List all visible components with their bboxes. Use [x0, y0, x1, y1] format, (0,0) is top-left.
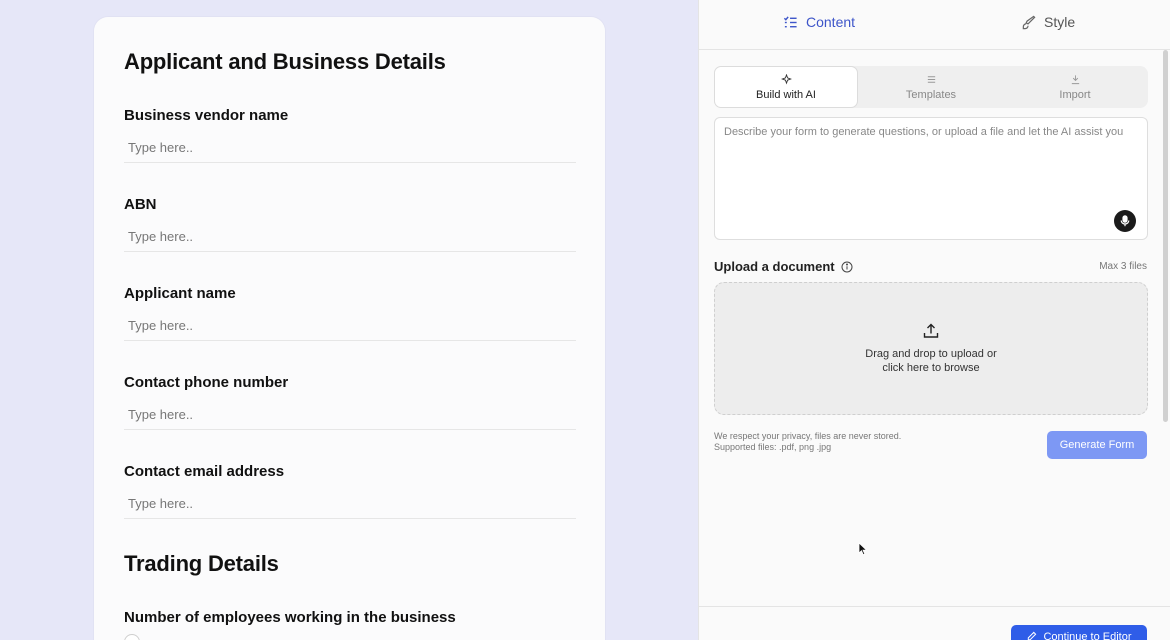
contact-phone-input[interactable]	[124, 400, 576, 430]
question-label-business-vendor: Business vendor name	[124, 107, 289, 124]
continue-to-editor-button[interactable]: Continue to Editor	[1011, 625, 1147, 640]
download-icon	[1071, 74, 1079, 84]
panel-tab-bar: Content Style	[699, 0, 1170, 50]
contact-email-input[interactable]	[124, 489, 576, 519]
list-check-icon	[783, 15, 797, 27]
max-files-note: Max 3 files	[1099, 261, 1147, 272]
privacy-note-line-1: We respect your privacy, files are never…	[714, 431, 902, 441]
tab-build-with-ai-label: Build with AI	[756, 88, 816, 101]
tab-content-label: Content	[806, 14, 856, 30]
upload-document-text: Upload a document	[714, 259, 835, 274]
upload-document-label: Upload a document	[714, 259, 853, 274]
tab-style-label: Style	[1044, 14, 1076, 30]
question-label-applicant-name: Applicant name	[124, 285, 236, 302]
tab-templates-label: Templates	[905, 88, 957, 101]
supported-files-note: Supported files: .pdf, png .jpg	[714, 442, 832, 453]
question-label-abn: ABN	[124, 196, 157, 213]
sparkle-icon	[780, 73, 792, 85]
info-icon[interactable]	[841, 261, 853, 273]
continue-to-editor-label: Continue to Editor	[1043, 631, 1132, 640]
section-title-applicant: Applicant and Business Details	[124, 49, 446, 74]
dropzone-line-1: Drag and drop to upload or	[865, 347, 997, 360]
dropzone-line-2: click here to browse	[882, 361, 980, 374]
tab-templates[interactable]: Templates	[859, 66, 1003, 108]
menu-icon	[927, 75, 935, 83]
tab-content[interactable]: Content	[783, 14, 855, 30]
microphone-icon	[1120, 215, 1130, 227]
privacy-note: We respect your privacy, files are never…	[714, 431, 901, 454]
panel-footer: Continue to Editor	[699, 606, 1170, 640]
tab-import[interactable]: Import	[1003, 66, 1147, 108]
tab-import-label: Import	[1059, 88, 1091, 101]
generate-form-button[interactable]: Generate Form	[1047, 431, 1147, 459]
applicant-name-input[interactable]	[124, 311, 576, 341]
abn-input[interactable]	[124, 222, 576, 252]
panel-scrollbar[interactable]	[1163, 50, 1168, 422]
business-vendor-name-input[interactable]	[124, 133, 576, 163]
question-label-contact-phone: Contact phone number	[124, 374, 289, 391]
ai-prompt-input[interactable]	[714, 117, 1148, 240]
mouse-cursor-icon	[858, 542, 868, 556]
brush-icon	[1022, 15, 1036, 29]
tab-style[interactable]: Style	[1021, 14, 1075, 30]
microphone-button[interactable]	[1114, 210, 1136, 232]
upload-icon	[923, 323, 939, 338]
tab-build-with-ai[interactable]: Build with AI	[714, 66, 858, 108]
question-label-contact-email: Contact email address	[124, 463, 285, 480]
source-segmented-control: Build with AI Templates Import	[714, 66, 1148, 108]
file-dropzone[interactable]: Drag and drop to upload or click here to…	[714, 282, 1148, 415]
question-label-employees: Number of employees working in the busin…	[124, 609, 456, 626]
form-preview-card: Applicant and Business Details Business …	[94, 17, 605, 640]
builder-panel: Content Style Build with AI Templates Im…	[698, 0, 1170, 640]
edit-icon	[1028, 631, 1037, 640]
section-title-trading: Trading Details	[124, 551, 279, 576]
